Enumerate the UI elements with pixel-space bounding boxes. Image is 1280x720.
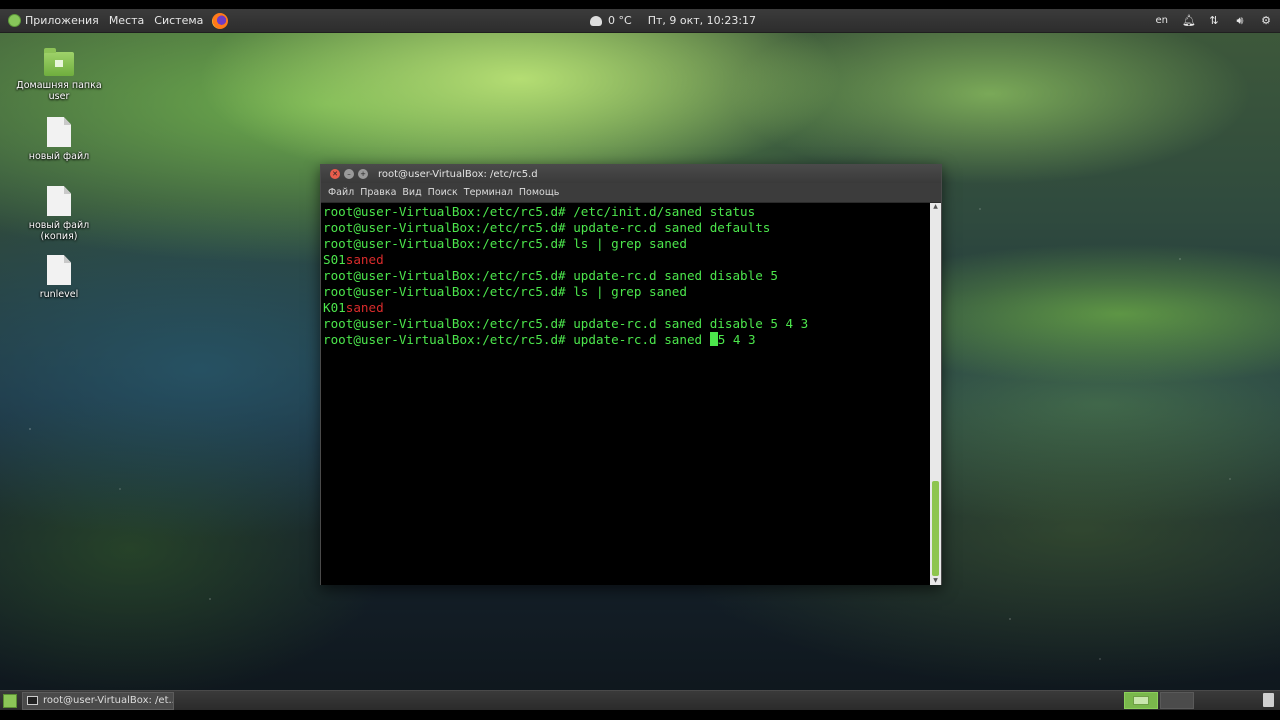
text-cursor: [709, 332, 718, 346]
gear-icon[interactable]: ⚙: [1260, 14, 1272, 27]
terminal-line: root@user-VirtualBox:/etc/rc5.d# update-…: [323, 268, 778, 283]
clock-datetime: Пт, 9 окт, 10:23:17: [647, 14, 757, 27]
screen: Приложения Места Система 0 °C Пт, 9 окт,…: [0, 0, 1280, 720]
taskbar-terminal-button[interactable]: root@user-VirtualBox: /et...: [22, 691, 174, 710]
desktop-icon-home-folder[interactable]: Домашняя папка user: [9, 48, 109, 102]
terminal-line: root@user-VirtualBox:/etc/rc5.d# ls | gr…: [323, 284, 687, 299]
scroll-down-icon[interactable]: ▼: [930, 577, 941, 585]
system-menu[interactable]: Система: [149, 9, 208, 32]
applications-menu-label: Приложения: [25, 14, 99, 27]
workspace-switcher: [1124, 692, 1196, 709]
places-menu[interactable]: Места: [104, 9, 149, 32]
workspace-1[interactable]: [1124, 692, 1158, 709]
terminal-menubar: Файл Правка Вид Поиск Терминал Помощь: [321, 183, 941, 203]
weather-icon: [590, 15, 602, 26]
menu-view[interactable]: Вид: [399, 187, 424, 198]
clock-weather[interactable]: 0 °C Пт, 9 окт, 10:23:17: [590, 9, 756, 32]
terminal-line: K01saned: [323, 300, 384, 315]
volume-icon[interactable]: 🔊︎: [1234, 14, 1246, 28]
menu-terminal[interactable]: Терминал: [461, 187, 516, 198]
file-icon: [47, 255, 71, 285]
places-menu-label: Места: [108, 14, 145, 27]
terminal-output[interactable]: root@user-VirtualBox:/etc/rc5.d# /etc/in…: [321, 203, 931, 585]
scroll-thumb[interactable]: [932, 481, 939, 576]
scroll-up-icon[interactable]: ▲: [930, 203, 941, 211]
menu-file[interactable]: Файл: [325, 187, 357, 198]
top-panel: Приложения Места Система 0 °C Пт, 9 окт,…: [0, 9, 1280, 33]
terminal-line: root@user-VirtualBox:/etc/rc5.d# /etc/in…: [323, 204, 756, 219]
terminal-line: root@user-VirtualBox:/etc/rc5.d# ls | gr…: [323, 236, 687, 251]
terminal-icon: [27, 696, 38, 705]
window-title: root@user-VirtualBox: /etc/rc5.d: [378, 168, 538, 180]
file-icon: [47, 186, 71, 216]
terminal-line: S01saned: [323, 252, 384, 267]
terminal-current-line: root@user-VirtualBox:/etc/rc5.d# update-…: [323, 332, 756, 347]
desktop-icon-label: runlevel: [39, 289, 79, 300]
terminal-window[interactable]: ✕ – + root@user-VirtualBox: /etc/rc5.d Ф…: [320, 164, 942, 585]
maximize-icon[interactable]: +: [358, 169, 368, 179]
desktop-icon-label: Домашняя папка user: [16, 80, 102, 102]
bell-icon[interactable]: 🔔︎: [1182, 14, 1196, 27]
desktop-icon-label: новый файл: [28, 151, 90, 162]
mint-logo-icon: [8, 14, 21, 27]
desktop-icon-runlevel[interactable]: runlevel: [9, 255, 109, 300]
system-menu-label: Система: [154, 14, 204, 27]
bottom-panel: root@user-VirtualBox: /et...: [0, 690, 1280, 710]
network-icon[interactable]: ⇅: [1208, 14, 1220, 27]
window-titlebar[interactable]: ✕ – + root@user-VirtualBox: /etc/rc5.d: [321, 165, 941, 183]
file-icon: [47, 117, 71, 147]
menu-search[interactable]: Поиск: [425, 187, 461, 198]
weather-temperature: 0 °C: [608, 14, 632, 27]
firefox-launcher-icon[interactable]: [212, 12, 229, 29]
desktop-icon-label: новый файл (копия): [28, 220, 90, 242]
workspace-2[interactable]: [1160, 692, 1194, 709]
desktop-icon-new-file[interactable]: новый файл: [9, 117, 109, 162]
menu-help[interactable]: Помощь: [516, 187, 562, 198]
menu-edit[interactable]: Правка: [357, 187, 399, 198]
trash-icon[interactable]: [1263, 693, 1274, 707]
applications-menu[interactable]: Приложения: [0, 9, 104, 32]
show-desktop-icon[interactable]: [3, 693, 17, 708]
terminal-scrollbar[interactable]: ▲ ▼: [930, 203, 941, 585]
minimize-icon[interactable]: –: [344, 169, 354, 179]
close-icon[interactable]: ✕: [330, 169, 340, 179]
folder-icon: [44, 48, 74, 76]
desktop-icon-new-file-copy[interactable]: новый файл (копия): [9, 186, 109, 242]
keyboard-layout-indicator[interactable]: en: [1156, 15, 1169, 26]
taskbar-terminal-label: root@user-VirtualBox: /et...: [43, 695, 174, 706]
terminal-line: root@user-VirtualBox:/etc/rc5.d# update-…: [323, 220, 771, 235]
terminal-line: root@user-VirtualBox:/etc/rc5.d# update-…: [323, 316, 809, 331]
